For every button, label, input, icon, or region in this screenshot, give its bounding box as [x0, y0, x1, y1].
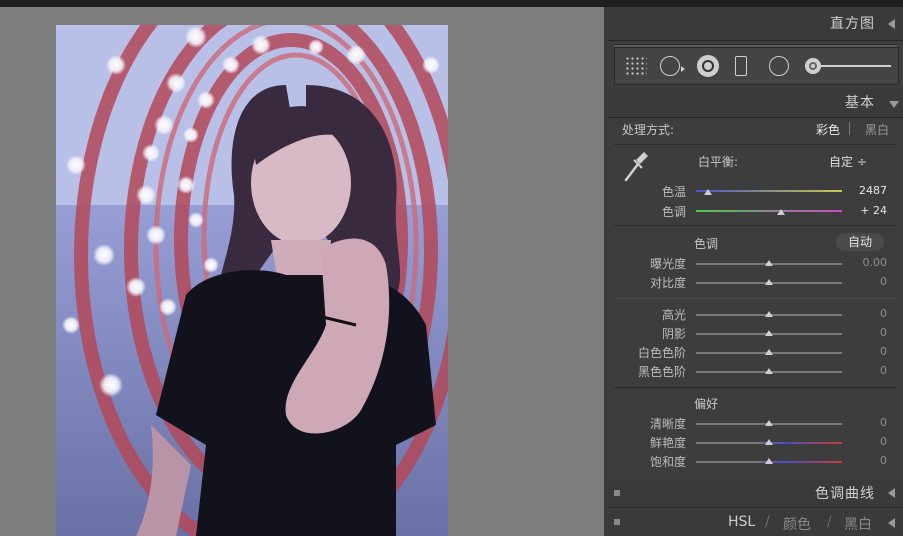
- spot-arrow-icon: [681, 66, 685, 72]
- temp-slider-track[interactable]: [696, 190, 842, 192]
- tone-curve-header[interactable]: 色调曲线: [608, 479, 903, 508]
- tone-curve-title: 色调曲线: [815, 486, 875, 502]
- contrast-slider-knob[interactable]: [765, 279, 773, 285]
- tint-slider-knob[interactable]: [776, 209, 785, 215]
- presence-section-label: 偏好: [694, 397, 719, 411]
- basic-title: 基本: [845, 95, 875, 111]
- graduated-filter-icon[interactable]: [735, 56, 747, 76]
- hsl-header[interactable]: HSL / 颜色 / 黑白: [608, 509, 903, 536]
- tab-separator: /: [765, 514, 770, 530]
- clarity-value[interactable]: 0: [837, 416, 887, 429]
- whites-slider-knob[interactable]: [765, 349, 773, 355]
- blacks-label: 黑色色阶: [637, 365, 686, 379]
- exposure-value[interactable]: 0.00: [837, 256, 888, 269]
- tab-color[interactable]: 颜色: [783, 514, 811, 534]
- shadows-label: 阴影: [661, 327, 686, 341]
- photo-canvas-area[interactable]: [0, 7, 604, 536]
- radial-filter-icon[interactable]: [769, 56, 789, 76]
- temp-label: 色温: [661, 185, 686, 199]
- basic-header[interactable]: 基本: [608, 89, 903, 118]
- panel-switch-icon[interactable]: [614, 519, 620, 525]
- tab-bw[interactable]: 黑白: [844, 514, 872, 534]
- collapse-left-icon[interactable]: [888, 488, 895, 498]
- whites-value[interactable]: 0: [837, 345, 887, 358]
- crop-overlay-icon[interactable]: [625, 56, 647, 76]
- treatment-label: 处理方式:: [622, 123, 675, 137]
- portrait-photo-image: [56, 25, 448, 536]
- clarity-label: 清晰度: [649, 417, 686, 431]
- divider-line: [614, 225, 897, 226]
- whites-label: 白色色阶: [637, 346, 686, 360]
- tint-value[interactable]: + 24: [837, 204, 887, 217]
- highlights-value[interactable]: 0: [837, 307, 887, 320]
- saturation-value[interactable]: 0: [837, 454, 887, 467]
- treatment-separator: [849, 122, 850, 135]
- treatment-bw-option[interactable]: 黑白: [865, 121, 889, 138]
- highlights-slider-knob[interactable]: [765, 311, 773, 317]
- red-eye-icon[interactable]: [697, 55, 719, 77]
- tab-hsl[interactable]: HSL: [728, 514, 755, 530]
- expand-down-icon[interactable]: [889, 101, 899, 108]
- white-balance-select[interactable]: 自定 ÷: [829, 153, 867, 170]
- blacks-value[interactable]: 0: [837, 364, 887, 377]
- exposure-label: 曝光度: [649, 257, 686, 271]
- saturation-slider-knob[interactable]: [765, 458, 773, 464]
- window-top-strip: [0, 0, 903, 7]
- tab-separator: /: [827, 514, 832, 530]
- collapse-left-icon[interactable]: [888, 19, 895, 29]
- tint-slider-track[interactable]: [696, 210, 842, 212]
- brush-knob-icon[interactable]: [805, 58, 821, 74]
- shadows-slider-knob[interactable]: [765, 330, 773, 336]
- highlights-label: 高光: [661, 308, 686, 322]
- exposure-slider-knob[interactable]: [765, 260, 773, 266]
- eyedropper-icon[interactable]: [622, 150, 650, 184]
- photo-preview[interactable]: [56, 25, 448, 536]
- divider-line: [614, 298, 897, 299]
- divider-line: [614, 387, 897, 388]
- clarity-slider-knob[interactable]: [765, 420, 773, 426]
- develop-right-panel: 直方图 基本 处理方式: 彩色 黑白 白平衡: 自定 ÷ 色温 2487 色调: [608, 7, 903, 536]
- tone-section-label: 色调: [694, 237, 719, 251]
- tint-label: 色调: [661, 205, 686, 219]
- divider-line: [614, 144, 897, 145]
- temp-value[interactable]: 2487: [837, 184, 887, 197]
- temp-slider-knob[interactable]: [703, 189, 712, 195]
- vibrance-label: 鲜艳度: [649, 436, 686, 450]
- panel-switch-icon[interactable]: [614, 490, 620, 496]
- blacks-slider-knob[interactable]: [765, 368, 773, 374]
- treatment-color-option[interactable]: 彩色: [816, 121, 840, 138]
- vibrance-slider-knob[interactable]: [765, 439, 773, 445]
- auto-tone-button[interactable]: 自动: [836, 233, 884, 251]
- contrast-value[interactable]: 0: [837, 275, 887, 288]
- spot-removal-icon[interactable]: [660, 56, 680, 76]
- tool-strip: [614, 47, 899, 85]
- histogram-title: 直方图: [830, 16, 875, 32]
- shadows-value[interactable]: 0: [837, 326, 887, 339]
- white-balance-label: 白平衡:: [698, 155, 739, 169]
- collapse-left-icon[interactable]: [888, 518, 895, 528]
- vibrance-value[interactable]: 0: [837, 435, 887, 448]
- brush-slider-line[interactable]: [821, 65, 891, 67]
- saturation-label: 饱和度: [649, 455, 686, 469]
- histogram-header[interactable]: 直方图: [608, 7, 903, 41]
- contrast-label: 对比度: [649, 276, 686, 290]
